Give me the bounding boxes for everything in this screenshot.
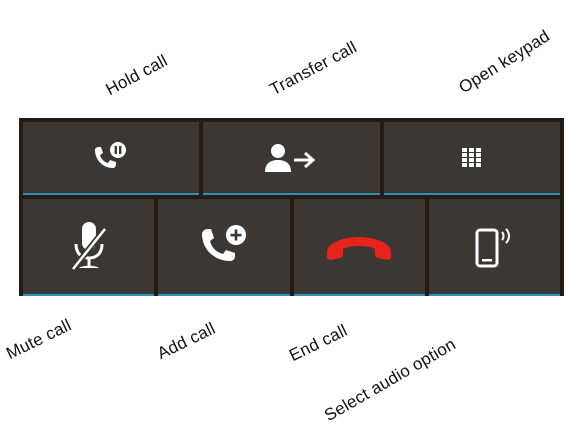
mute-call-button[interactable] bbox=[23, 199, 155, 296]
person-transfer-icon bbox=[263, 143, 319, 173]
keypad-icon bbox=[461, 147, 482, 168]
hold-call-button[interactable] bbox=[23, 122, 200, 195]
open-keypad-button[interactable] bbox=[383, 122, 560, 195]
call-controls-bottom-row bbox=[23, 199, 560, 296]
audio-option-button[interactable] bbox=[428, 199, 560, 296]
end-call-button[interactable] bbox=[293, 199, 425, 296]
phone-add-icon bbox=[198, 224, 250, 270]
hangup-icon bbox=[323, 232, 395, 262]
phone-pause-icon bbox=[89, 141, 133, 175]
add-call-button[interactable] bbox=[158, 199, 290, 296]
add-call-label: Add call bbox=[154, 318, 219, 364]
hold-call-label: Hold call bbox=[102, 50, 171, 100]
select-audio-option-label: Select audio option bbox=[321, 334, 460, 426]
transfer-call-label: Transfer call bbox=[266, 37, 360, 100]
call-controls-panel bbox=[19, 118, 564, 296]
open-keypad-label: Open keypad bbox=[455, 26, 554, 98]
mic-muted-icon bbox=[69, 220, 109, 274]
phone-speaker-icon bbox=[471, 224, 517, 270]
end-call-label: End call bbox=[286, 320, 351, 366]
mute-call-label: Mute call bbox=[3, 315, 75, 364]
transfer-call-button[interactable] bbox=[203, 122, 380, 195]
call-controls-top-row bbox=[23, 122, 560, 195]
